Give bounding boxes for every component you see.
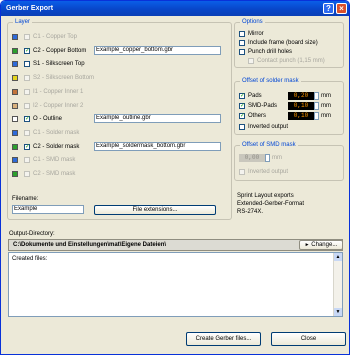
layer-color-swatch[interactable] <box>12 61 18 68</box>
layer-checkbox[interactable]: ✓ <box>24 116 30 123</box>
others-unit: mm <box>321 113 331 119</box>
gerber-export-window: Gerber Export ? × Layer C1 - Copper Top ✓… <box>0 0 350 355</box>
punch-drill-checkbox[interactable] <box>239 49 245 55</box>
others-checkbox[interactable]: ✓ <box>239 113 245 119</box>
help-button[interactable]: ? <box>323 3 334 14</box>
solder-offset-group: Offset of solder mask ✓ Pads 0,20 mm ✓ S… <box>234 78 344 135</box>
pads-spin[interactable] <box>314 92 319 100</box>
layer-filename-field[interactable]: Example_copper_bottom.gbr <box>94 45 221 55</box>
mirror-checkbox[interactable] <box>239 31 245 37</box>
pads-checkbox[interactable]: ✓ <box>239 93 245 99</box>
change-button-label: Change... <box>311 242 338 248</box>
file-extensions-button[interactable]: File extensions... <box>94 205 216 215</box>
include-frame-checkbox[interactable] <box>239 40 245 46</box>
info-line: Sprint Layout exports <box>237 193 294 199</box>
layer-checkbox[interactable] <box>24 129 30 136</box>
solder-inverted-checkbox[interactable] <box>239 124 245 130</box>
created-files-label: Created files: <box>12 256 48 262</box>
layer-color-swatch[interactable] <box>12 129 18 136</box>
mirror-label: Mirror <box>248 31 264 37</box>
layer-color-swatch[interactable] <box>12 171 18 177</box>
smd-offset-label: Offset of SMD mask <box>240 142 298 149</box>
layer-checkbox[interactable] <box>24 88 30 95</box>
solder-inverted-label: Inverted output <box>248 124 289 130</box>
contact-punch-label: Contact punch (1,15 mm) <box>257 58 325 64</box>
output-path-bar: C:\Dokumente und Einstellungen\mat\Eigen… <box>8 239 343 251</box>
layer-checkbox[interactable] <box>24 34 30 40</box>
create-gerber-files-button[interactable]: Create Gerber files... <box>186 332 261 346</box>
others-label: Others <box>248 113 267 119</box>
smd-pads-value[interactable]: 0,10 <box>288 102 314 110</box>
layer-color-swatch[interactable] <box>12 143 18 150</box>
smd-offset-spin[interactable] <box>265 154 270 162</box>
info-text: Sprint Layout exports Extended-Gerber-Fo… <box>237 192 345 216</box>
solder-offset-label: Offset of solder mask <box>240 78 301 85</box>
pads-unit: mm <box>321 93 331 99</box>
smd-offset-unit: mm <box>272 155 282 161</box>
layer-color-swatch[interactable] <box>12 47 18 54</box>
layer-checkbox[interactable] <box>24 75 30 82</box>
options-group: Options Mirror Include frame (board size… <box>234 19 344 68</box>
layer-name: C1 - SMD mask <box>33 157 76 164</box>
output-directory-label: Output-Directory: <box>9 231 55 237</box>
layer-name: S1 - Silkscreen Top <box>33 61 85 68</box>
others-spin[interactable] <box>314 112 319 120</box>
output-path: C:\Dokumente und Einstellungen\mat\Eigen… <box>13 242 167 248</box>
close-button[interactable]: Close <box>271 332 346 346</box>
scroll-down-icon[interactable]: ▼ <box>334 308 342 316</box>
filename-field[interactable]: Example <box>12 205 84 214</box>
layer-checkbox[interactable] <box>24 157 30 164</box>
others-value[interactable]: 0,10 <box>288 112 314 120</box>
layer-name: C1 - Copper Top <box>33 34 77 40</box>
layer-checkbox[interactable]: ✓ <box>24 47 30 54</box>
scroll-up-icon[interactable]: ▲ <box>334 253 342 261</box>
window-title: Gerber Export <box>6 5 54 12</box>
layer-group: Layer C1 - Copper Top ✓ C2 - Copper Bottom… <box>7 19 232 220</box>
include-frame-label: Include frame (board size) <box>248 40 318 46</box>
layer-name: C2 - SMD mask <box>33 171 76 177</box>
title-bar: Gerber Export ? × <box>1 1 349 16</box>
layer-color-swatch[interactable] <box>12 75 18 82</box>
layer-color-swatch[interactable] <box>12 157 18 164</box>
layer-group-label: Layer <box>13 19 33 26</box>
layer-filename-field[interactable]: Example_outline.gbr <box>94 114 221 124</box>
punch-drill-label: Punch drill holes <box>248 49 293 55</box>
created-files-box[interactable]: Created files: ▲ ▼ <box>8 252 343 317</box>
smd-pads-unit: mm <box>321 103 331 109</box>
layer-name: O - Outline <box>33 116 63 123</box>
layer-color-swatch[interactable] <box>12 102 18 109</box>
smd-offset-value[interactable]: 0,00 <box>239 154 265 162</box>
smd-pads-label: SMD-Pads <box>248 103 278 109</box>
contact-punch-checkbox[interactable] <box>248 58 254 64</box>
info-line: RS-274X. <box>237 209 264 215</box>
layer-color-swatch[interactable] <box>12 88 18 95</box>
scrollbar[interactable]: ▲ ▼ <box>333 253 342 316</box>
layer-name: S2 - Silkscreen Bottom <box>33 75 95 82</box>
layer-color-swatch[interactable] <box>12 116 18 123</box>
info-line: Extended-Gerber-Format <box>237 201 305 207</box>
layer-name: I2 - Copper Inner 2 <box>33 102 84 109</box>
layer-checkbox[interactable]: ✓ <box>24 143 30 150</box>
smd-pads-checkbox[interactable]: ✓ <box>239 103 245 109</box>
pads-label: Pads <box>248 93 262 99</box>
layer-name: C1 - Solder mask <box>33 129 80 136</box>
smd-pads-spin[interactable] <box>314 102 319 110</box>
layer-checkbox[interactable] <box>24 102 30 109</box>
filename-label: Filename: <box>12 196 39 202</box>
layer-color-swatch[interactable] <box>12 34 18 40</box>
close-window-button[interactable]: × <box>336 3 347 14</box>
smd-offset-group: Offset of SMD mask 0,00 mm Inverted outp… <box>234 142 344 181</box>
pads-value[interactable]: 0,20 <box>288 92 314 100</box>
layer-checkbox[interactable] <box>24 61 30 68</box>
change-arrow-icon: ► <box>304 242 310 248</box>
layer-checkbox[interactable] <box>24 171 30 177</box>
smd-inverted-checkbox[interactable] <box>239 169 245 175</box>
layer-filename-field[interactable]: Example_soldermask_bottom.gbr <box>94 141 221 151</box>
layer-name: C2 - Copper Bottom <box>33 47 87 54</box>
layer-name: I1 - Copper Inner 1 <box>33 88 84 95</box>
change-directory-button[interactable]: ► Change... <box>299 240 343 250</box>
smd-inverted-label: Inverted output <box>248 169 289 175</box>
layer-name: C2 - Solder mask <box>33 143 80 150</box>
options-group-label: Options <box>240 19 265 26</box>
